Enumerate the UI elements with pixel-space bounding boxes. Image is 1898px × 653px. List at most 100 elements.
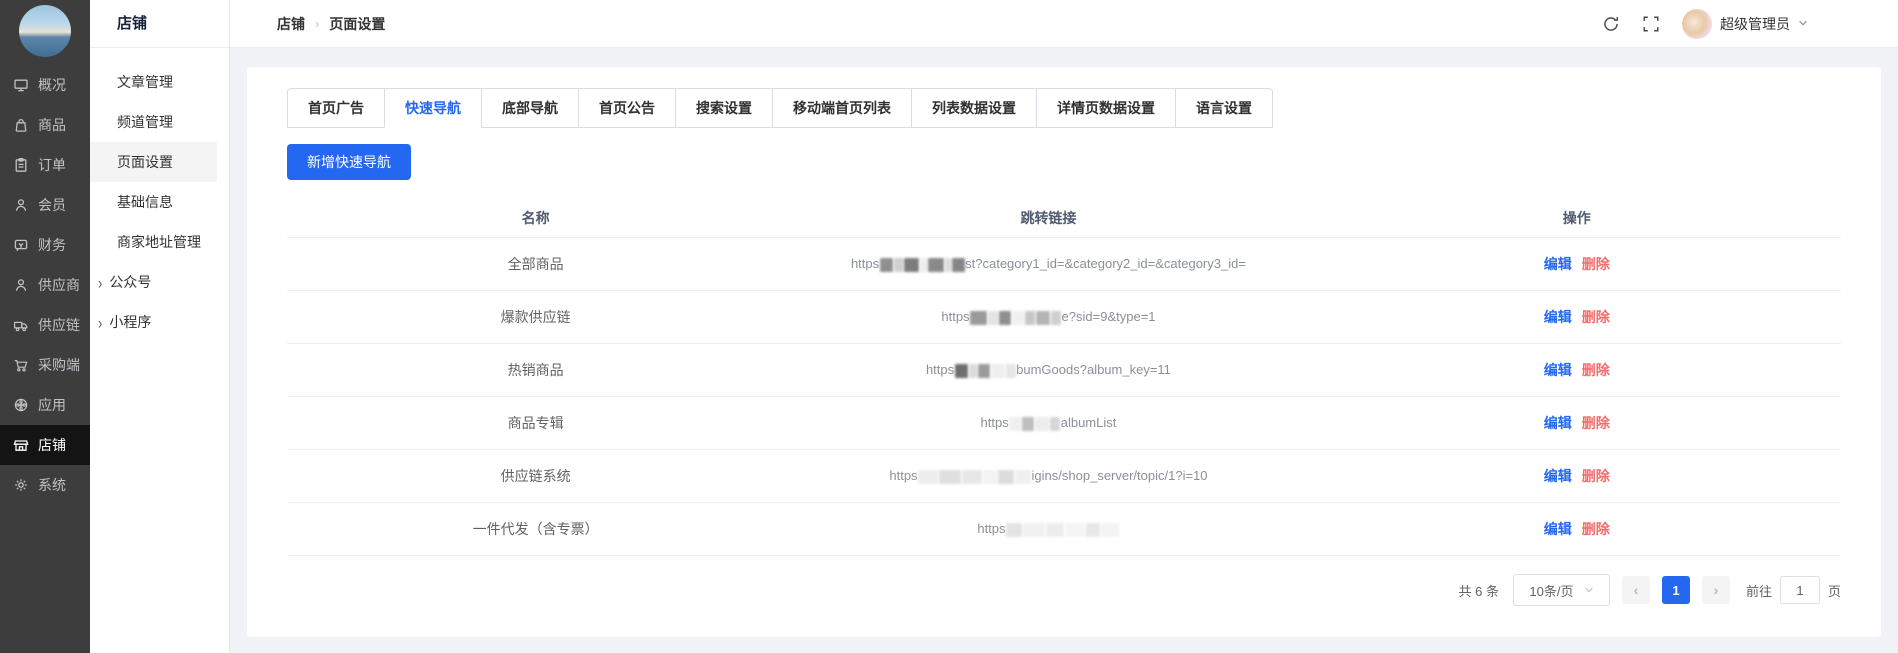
page-size-select[interactable]: 10条/页	[1513, 574, 1610, 606]
redacted-block	[920, 258, 927, 272]
sidebar-item-label: 供应商	[38, 275, 80, 295]
redacted-block	[1025, 311, 1035, 325]
tab[interactable]: 底部导航	[481, 89, 578, 128]
toolbar: 新增快速导航	[287, 144, 1841, 180]
tab[interactable]: 快速导航	[384, 89, 481, 128]
redacted-block	[928, 258, 944, 272]
redacted-block	[1009, 417, 1021, 431]
tab[interactable]: 详情页数据设置	[1036, 89, 1175, 128]
content-card: 首页广告 快速导航 底部导航首页公告搜索设置移动端首页列表列表数据设置 详情页数据设置…	[247, 67, 1881, 637]
main-sidebar-item-chain[interactable]: 供应链	[0, 305, 90, 345]
finance-icon	[13, 237, 29, 253]
sidebar-item-label: 订单	[38, 155, 66, 175]
sub-sidebar-item[interactable]: 页面设置	[90, 142, 217, 182]
page-number-1[interactable]: 1	[1662, 576, 1690, 604]
chain-icon	[13, 317, 29, 333]
main-sidebar-item-supplier[interactable]: 供应商	[0, 265, 90, 305]
tab[interactable]: 列表数据设置	[911, 89, 1036, 128]
link-prefix: https	[926, 362, 954, 377]
sub-sidebar-item[interactable]: 频道管理	[90, 102, 217, 142]
quick-nav-table: 名称 跳转链接 操作 全部商品 httpsst?category1_id=&ca…	[287, 198, 1841, 556]
main-sidebar-item-monitor[interactable]: 概况	[0, 65, 90, 105]
link-prefix: https	[851, 256, 879, 271]
breadcrumb-item-shop[interactable]: 店铺	[277, 14, 305, 34]
purchase-icon	[13, 357, 29, 373]
cell-name: 爆款供应链	[287, 307, 784, 327]
topbar-actions: 超级管理员	[1602, 9, 1808, 39]
delete-link[interactable]: 删除	[1582, 415, 1610, 431]
delete-link[interactable]: 删除	[1582, 256, 1610, 272]
user-menu[interactable]: 超级管理员	[1682, 9, 1808, 39]
apps-icon	[13, 397, 29, 413]
next-page-button[interactable]: ›	[1702, 576, 1730, 604]
main-sidebar-item-apps[interactable]: 应用	[0, 385, 90, 425]
main-sidebar-item-gear[interactable]: 系统	[0, 465, 90, 505]
tab-label: 详情页数据设置	[1057, 100, 1155, 116]
redacted-block	[1006, 523, 1022, 537]
sub-sidebar-item-label: 文章管理	[117, 72, 173, 92]
goto-page-input[interactable]	[1780, 576, 1820, 604]
redacted-block	[1023, 523, 1045, 537]
edit-link[interactable]: 编辑	[1544, 415, 1572, 431]
refresh-icon[interactable]	[1602, 15, 1620, 33]
delete-link[interactable]: 删除	[1582, 468, 1610, 484]
redacted-block	[1036, 311, 1050, 325]
cell-actions: 编辑删除	[1313, 413, 1841, 433]
edit-link[interactable]: 编辑	[1544, 362, 1572, 378]
app-root: 概况 商品 订单 会员 财务 供应商 供应链 采购端 应用 店铺 系统 店铺 文…	[0, 0, 1898, 653]
link-prefix: https	[941, 309, 969, 324]
edit-link[interactable]: 编辑	[1544, 256, 1572, 272]
redacted-block	[894, 258, 903, 272]
sub-sidebar-item-label: 页面设置	[117, 152, 173, 172]
redacted-text	[970, 309, 1062, 324]
redacted-block	[970, 311, 987, 325]
table-row: 供应链系统 httpsigins/shop_server/topic/1?i=1…	[287, 450, 1841, 503]
sub-sidebar-item[interactable]: 文章管理	[90, 62, 217, 102]
main-sidebar-item-finance[interactable]: 财务	[0, 225, 90, 265]
main-sidebar-item-member[interactable]: 会员	[0, 185, 90, 225]
main-sidebar-item-order[interactable]: 订单	[0, 145, 90, 185]
sub-sidebar-item-label: 商家地址管理	[117, 232, 201, 252]
sidebar-item-label: 会员	[38, 195, 66, 215]
delete-link[interactable]: 删除	[1582, 362, 1610, 378]
main-sidebar-item-bag[interactable]: 商品	[0, 105, 90, 145]
sub-sidebar-item[interactable]: › 小程序	[90, 302, 217, 342]
edit-link[interactable]: 编辑	[1544, 521, 1572, 537]
tab[interactable]: 首页公告	[578, 89, 675, 128]
user-name: 超级管理员	[1720, 14, 1790, 34]
tab[interactable]: 语言设置	[1175, 89, 1272, 128]
link-suffix: e?sid=9&type=1	[1062, 309, 1156, 324]
sub-sidebar-item-label: 小程序	[109, 312, 151, 332]
cell-actions: 编辑删除	[1313, 519, 1841, 539]
edit-link[interactable]: 编辑	[1544, 468, 1572, 484]
breadcrumb-separator-icon: ›	[315, 16, 319, 31]
sidebar-item-label: 应用	[38, 395, 66, 415]
order-icon	[13, 157, 29, 173]
delete-link[interactable]: 删除	[1582, 309, 1610, 325]
delete-link[interactable]: 删除	[1582, 521, 1610, 537]
redacted-block	[1012, 311, 1024, 325]
redacted-block	[955, 364, 968, 378]
redacted-block	[1035, 417, 1049, 431]
tab[interactable]: 首页广告	[288, 89, 384, 128]
prev-page-button[interactable]: ‹	[1622, 576, 1650, 604]
fullscreen-icon[interactable]	[1642, 15, 1660, 33]
cell-name: 一件代发（含专票）	[287, 519, 784, 539]
tab-label: 首页广告	[308, 100, 364, 116]
main-column: 店铺 › 页面设置 超级管理员 首页广告快速导航底部导航首页公告搜索设置移动端首…	[230, 0, 1898, 653]
cell-link: https e?sid=9&type=1	[784, 309, 1312, 325]
sub-sidebar-item[interactable]: 基础信息	[90, 182, 217, 222]
sidebar-item-label: 财务	[38, 235, 66, 255]
tab[interactable]: 移动端首页列表	[772, 89, 911, 128]
sub-sidebar-item[interactable]: › 公众号	[90, 262, 217, 302]
tab[interactable]: 搜索设置	[675, 89, 772, 128]
redacted-block	[1006, 364, 1016, 378]
add-quick-nav-button[interactable]: 新增快速导航	[287, 144, 411, 180]
main-sidebar-item-shop[interactable]: 店铺	[0, 425, 90, 465]
tab-label: 快速导航	[405, 100, 461, 116]
page-unit-label: 页	[1828, 581, 1841, 600]
sub-sidebar-item[interactable]: 商家地址管理	[90, 222, 217, 262]
main-sidebar-item-purchase[interactable]: 采购端	[0, 345, 90, 385]
redacted-block	[1086, 523, 1100, 537]
edit-link[interactable]: 编辑	[1544, 309, 1572, 325]
